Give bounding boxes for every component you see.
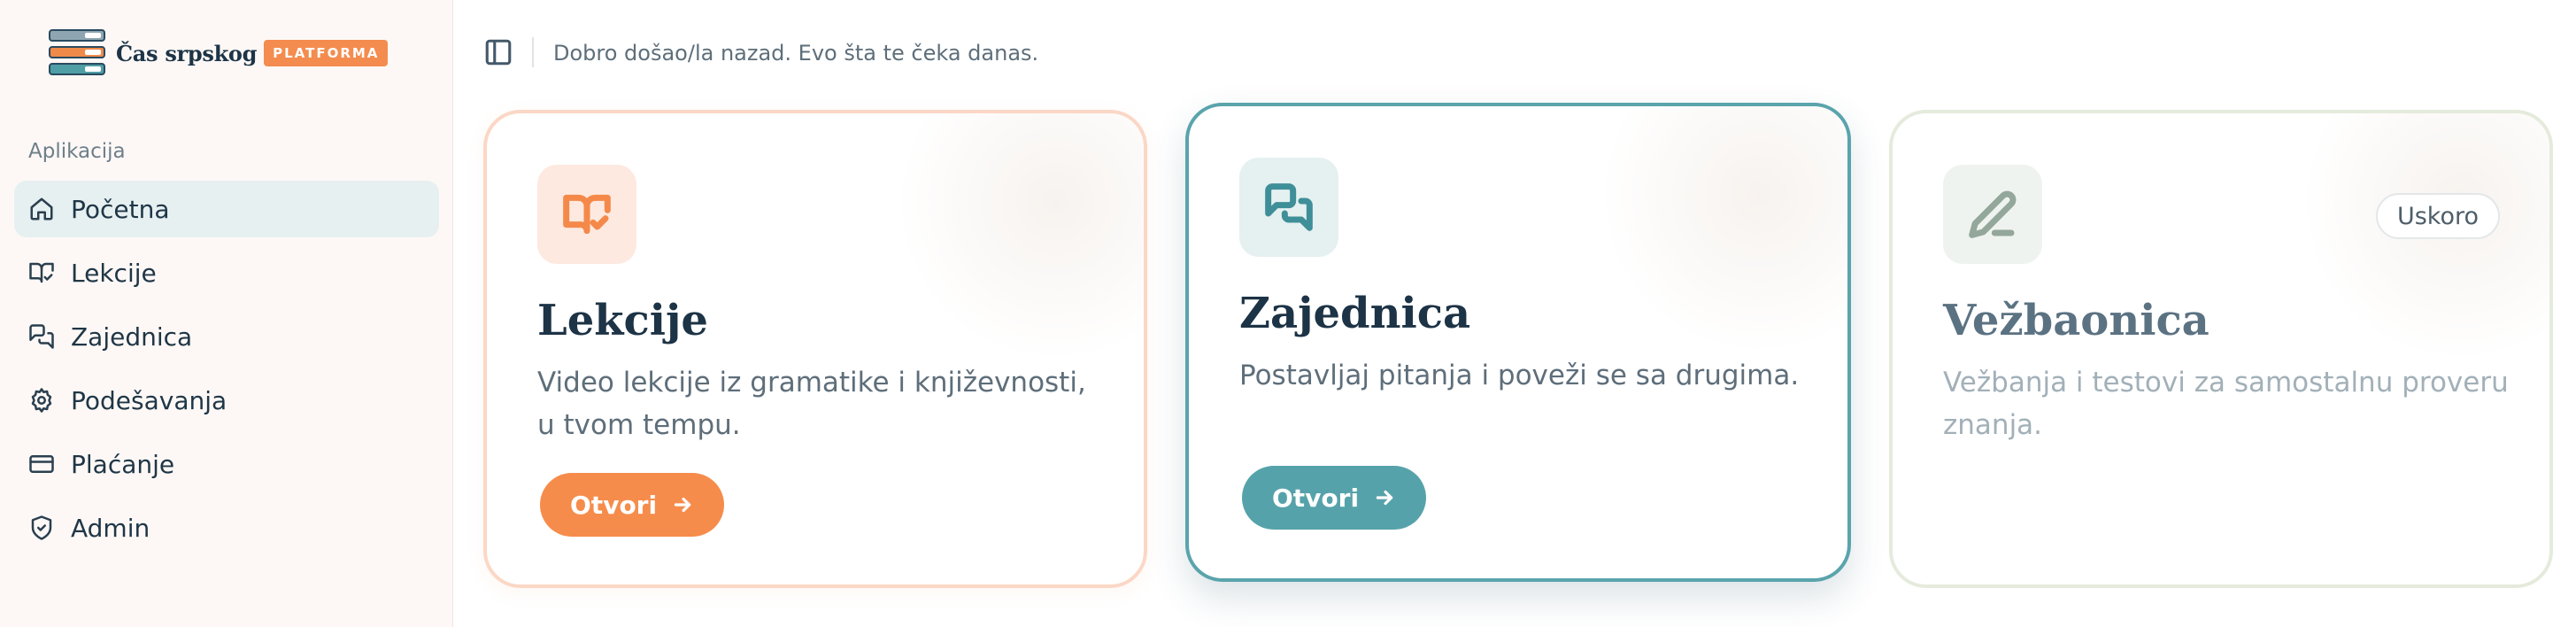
brand-badge: PLATFORMA <box>264 40 389 66</box>
book-open-check-icon <box>29 262 54 283</box>
open-lekcije-button[interactable]: Otvori <box>540 473 725 537</box>
card-icon-tile <box>537 165 636 264</box>
sidebar-item-label: Plaćanje <box>71 449 175 479</box>
sidebar-item-label: Podešavanja <box>71 385 228 415</box>
sidebar: Čas srpskog PLATFORMA Aplikacija Početna… <box>0 0 453 627</box>
card-vezbaonica: Uskoro Vežbaonica Vežbanja i testovi za … <box>1889 110 2553 588</box>
sidebar-item-zajednica[interactable]: Zajednica <box>14 308 439 365</box>
sidebar-item-placanje[interactable]: Plaćanje <box>14 436 439 492</box>
arrow-right-icon <box>1376 490 1393 506</box>
brand[interactable]: Čas srpskog PLATFORMA <box>49 28 389 78</box>
nav-heading: Aplikacija <box>28 140 126 163</box>
sidebar-item-podesavanja[interactable]: Podešavanja <box>14 372 439 429</box>
card-description: Video lekcije iz gramatike i književnost… <box>537 367 1086 441</box>
sidebar-item-label: Lekcije <box>71 258 157 288</box>
panel-left-icon <box>485 39 512 66</box>
card-icon-tile <box>1943 165 2042 264</box>
card-icon-tile <box>1239 158 1338 257</box>
credit-card-icon <box>29 455 54 473</box>
sidebar-item-lekcije[interactable]: Lekcije <box>14 244 439 301</box>
sidebar-item-label: Admin <box>71 513 150 543</box>
pencil-icon <box>1969 190 2017 238</box>
messages-icon <box>1265 183 1313 231</box>
card-description: Vežbanja i testovi za samostalnu proveru… <box>1943 367 2509 441</box>
welcome-text: Dobro došao/la nazad. Evo šta te čeka da… <box>553 41 1039 66</box>
brand-name: Čas srpskog <box>116 40 258 66</box>
button-label: Otvori <box>1272 483 1360 513</box>
sidebar-item-pocetna[interactable]: Početna <box>14 181 439 237</box>
home-icon <box>30 197 53 221</box>
sidebar-item-label: Početna <box>71 194 170 224</box>
sidebar-toggle-button[interactable] <box>483 37 513 67</box>
card-title: Lekcije <box>537 296 708 345</box>
messages-icon <box>29 324 54 349</box>
open-zajednica-button[interactable]: Otvori <box>1242 466 1427 530</box>
arrow-right-icon <box>674 497 691 513</box>
sidebar-nav: Početna Lekcije Zajednica Podešavanja Pl… <box>14 181 439 563</box>
sidebar-item-label: Zajednica <box>71 321 193 352</box>
gear-icon <box>31 388 52 413</box>
card-lekcije: Lekcije Video lekcije iz gramatike i knj… <box>483 110 1147 588</box>
shield-check-icon <box>31 515 52 540</box>
sidebar-item-admin[interactable]: Admin <box>14 499 439 556</box>
coming-soon-badge: Uskoro <box>2375 193 2500 239</box>
books-logo-icon <box>49 28 107 78</box>
card-zajednica: Zajednica Postavljaj pitanja i poveži se… <box>1185 103 1851 582</box>
button-label: Otvori <box>570 490 658 520</box>
book-open-check-icon <box>563 194 611 235</box>
card-title: Vežbaonica <box>1943 296 2210 345</box>
card-description: Postavljaj pitanja i poveži se sa drugim… <box>1239 360 1800 391</box>
card-title: Zajednica <box>1239 289 1471 338</box>
header-divider <box>532 37 534 67</box>
